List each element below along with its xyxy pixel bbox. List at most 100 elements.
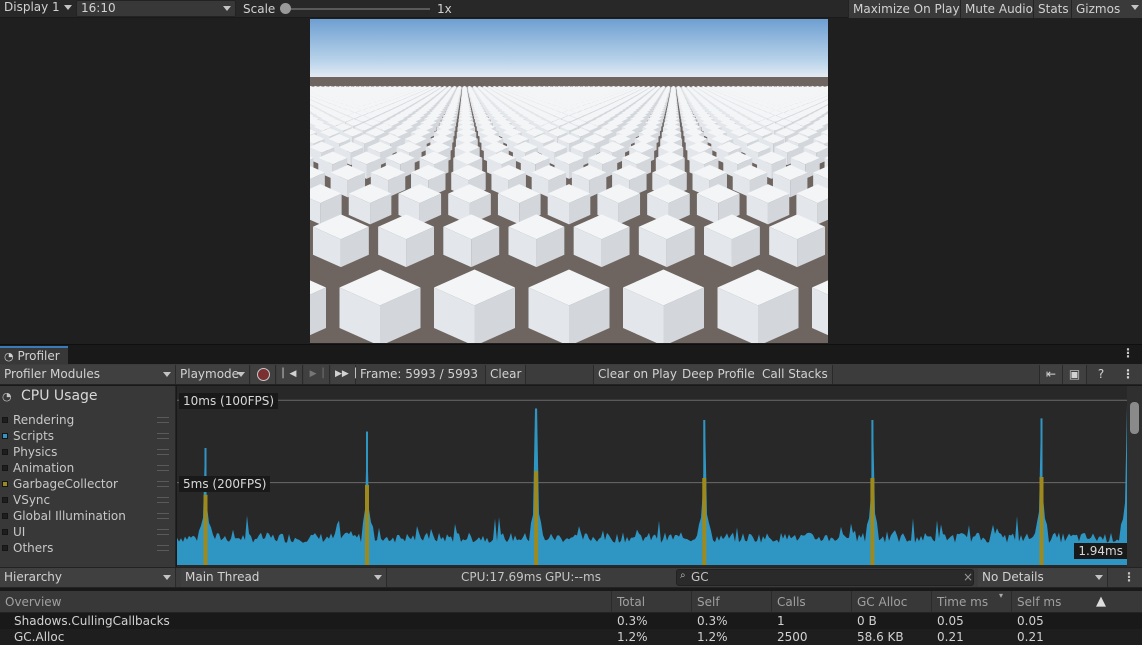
- profiler-modules-dropdown[interactable]: Profiler Modules: [0, 365, 176, 384]
- table-row[interactable]: GC.Alloc 1.2% 1.2% 2500 58.6 KB 0.21 0.2…: [0, 629, 1142, 645]
- module-title[interactable]: CPU Usage: [21, 388, 98, 404]
- more-icon[interactable]: ⋮: [1123, 570, 1135, 584]
- module-label: Global Illumination: [13, 508, 126, 524]
- gc-spike-bar: [365, 485, 369, 565]
- scale-label: Scale: [243, 0, 275, 18]
- record-icon: [257, 368, 270, 381]
- drag-handle-icon[interactable]: [157, 497, 169, 503]
- maximize-on-play-button[interactable]: Maximize On Play: [848, 0, 964, 18]
- column-time-ms[interactable]: Time ms: [931, 591, 988, 613]
- series-swatch[interactable]: [2, 513, 8, 519]
- first-frame-button[interactable]: ▏◀: [277, 365, 303, 384]
- module-item[interactable]: Scripts: [0, 428, 176, 444]
- column-self-ms[interactable]: Self ms: [1011, 591, 1061, 613]
- drag-handle-icon[interactable]: [157, 465, 169, 471]
- drag-handle-icon[interactable]: [157, 529, 169, 535]
- gpu-time-label: GPU:--ms: [545, 570, 601, 584]
- thread-dropdown[interactable]: Main Thread: [181, 568, 387, 587]
- drag-handle-icon[interactable]: [157, 449, 169, 455]
- module-item[interactable]: Animation: [0, 460, 176, 476]
- cell-self: 1.2%: [697, 629, 728, 645]
- module-item[interactable]: GarbageCollector: [0, 476, 176, 492]
- more-icon[interactable]: ⋮: [1122, 346, 1134, 360]
- last-frame-button[interactable]: ▶▶▕: [331, 365, 356, 384]
- gc-spike-bar: [702, 478, 706, 565]
- module-item[interactable]: VSync: [0, 492, 176, 508]
- module-item[interactable]: Others: [0, 540, 176, 556]
- scale-slider-track[interactable]: [284, 8, 430, 10]
- cell-total: 0.3%: [617, 613, 648, 629]
- series-swatch[interactable]: [2, 433, 8, 439]
- cpu-usage-chart[interactable]: 10ms (100FPS)5ms (200FPS)1.94ms: [177, 386, 1127, 567]
- cell-name: Shadows.CullingCallbacks: [14, 613, 170, 629]
- chevron-down-icon: [1095, 575, 1103, 580]
- view-label: Hierarchy: [4, 570, 62, 584]
- column-total[interactable]: Total: [611, 591, 645, 613]
- clear-button[interactable]: Clear: [485, 365, 526, 384]
- deep-profile-button[interactable]: Deep Profile: [678, 365, 760, 384]
- series-swatch[interactable]: [2, 529, 8, 535]
- call-stacks-button[interactable]: Call Stacks: [758, 365, 833, 384]
- cpu-icon: ◔: [2, 390, 16, 404]
- search-field[interactable]: ⌕ GC ×: [676, 569, 974, 586]
- aspect-dropdown[interactable]: 16:10: [76, 0, 236, 17]
- profiler-icon: ◔: [4, 350, 14, 363]
- table-row[interactable]: Shadows.CullingCallbacks 0.3% 0.3% 1 0 B…: [0, 613, 1142, 629]
- column-calls[interactable]: Calls: [771, 591, 806, 613]
- module-label: Others: [13, 540, 53, 556]
- column-self[interactable]: Self: [691, 591, 720, 613]
- drag-handle-icon[interactable]: [157, 481, 169, 487]
- chevron-down-icon: [374, 575, 382, 580]
- load-icon: ⇤: [1046, 367, 1056, 381]
- scripts-spike-bar: [535, 408, 537, 471]
- scale-value: 1x: [437, 0, 452, 18]
- cell-self-ms: 0.21: [1017, 629, 1044, 645]
- series-swatch[interactable]: [2, 481, 8, 487]
- series-swatch[interactable]: [2, 417, 8, 423]
- search-input[interactable]: GC: [691, 570, 709, 584]
- module-item[interactable]: Physics: [0, 444, 176, 460]
- series-swatch[interactable]: [2, 497, 8, 503]
- save-button[interactable]: ▣: [1063, 365, 1087, 384]
- module-label: Animation: [13, 460, 74, 476]
- clear-search-icon[interactable]: ×: [963, 570, 973, 584]
- gc-spike-bar: [870, 478, 874, 565]
- clear-on-play-button[interactable]: Clear on Play: [593, 365, 682, 384]
- drag-handle-icon[interactable]: [157, 433, 169, 439]
- module-label: Rendering: [13, 412, 74, 428]
- load-button[interactable]: ⇤: [1039, 365, 1063, 384]
- drag-handle-icon[interactable]: [157, 545, 169, 551]
- series-swatch[interactable]: [2, 545, 8, 551]
- gizmos-dropdown[interactable]: Gizmos: [1071, 0, 1142, 18]
- help-button[interactable]: ?: [1089, 365, 1113, 384]
- chevron-down-icon: [1131, 5, 1139, 10]
- next-frame-button[interactable]: ▶▕: [304, 365, 330, 384]
- game-viewport[interactable]: [310, 19, 828, 343]
- scene-render: [310, 19, 828, 343]
- module-label: GarbageCollector: [13, 476, 118, 492]
- chart-scrollbar[interactable]: [1127, 386, 1142, 567]
- details-dropdown[interactable]: No Details: [978, 568, 1108, 587]
- record-button[interactable]: [251, 365, 276, 384]
- column-overview[interactable]: Overview: [0, 591, 62, 613]
- view-dropdown[interactable]: Hierarchy: [0, 568, 176, 587]
- toolbar-more-button[interactable]: ⋮: [1118, 365, 1136, 384]
- module-item[interactable]: Rendering: [0, 412, 176, 428]
- display-dropdown[interactable]: Display 1: [0, 0, 76, 17]
- drag-handle-icon[interactable]: [157, 513, 169, 519]
- mute-audio-button[interactable]: Mute Audio: [960, 0, 1037, 18]
- series-swatch[interactable]: [2, 449, 8, 455]
- scrollbar-thumb[interactable]: [1130, 402, 1139, 434]
- stats-button[interactable]: Stats: [1033, 0, 1073, 18]
- target-dropdown[interactable]: Playmode: [176, 365, 250, 384]
- warning-icon[interactable]: ▲: [1096, 594, 1106, 609]
- help-icon: ?: [1098, 367, 1104, 381]
- drag-handle-icon[interactable]: [157, 417, 169, 423]
- module-item[interactable]: UI: [0, 524, 176, 540]
- module-item[interactable]: Global Illumination: [0, 508, 176, 524]
- series-swatch[interactable]: [2, 465, 8, 471]
- column-gc-alloc[interactable]: GC Alloc: [851, 591, 907, 613]
- display-label: Display 1: [4, 0, 60, 14]
- scale-slider-handle[interactable]: [280, 3, 291, 14]
- tab-profiler[interactable]: ◔ Profiler: [0, 346, 68, 365]
